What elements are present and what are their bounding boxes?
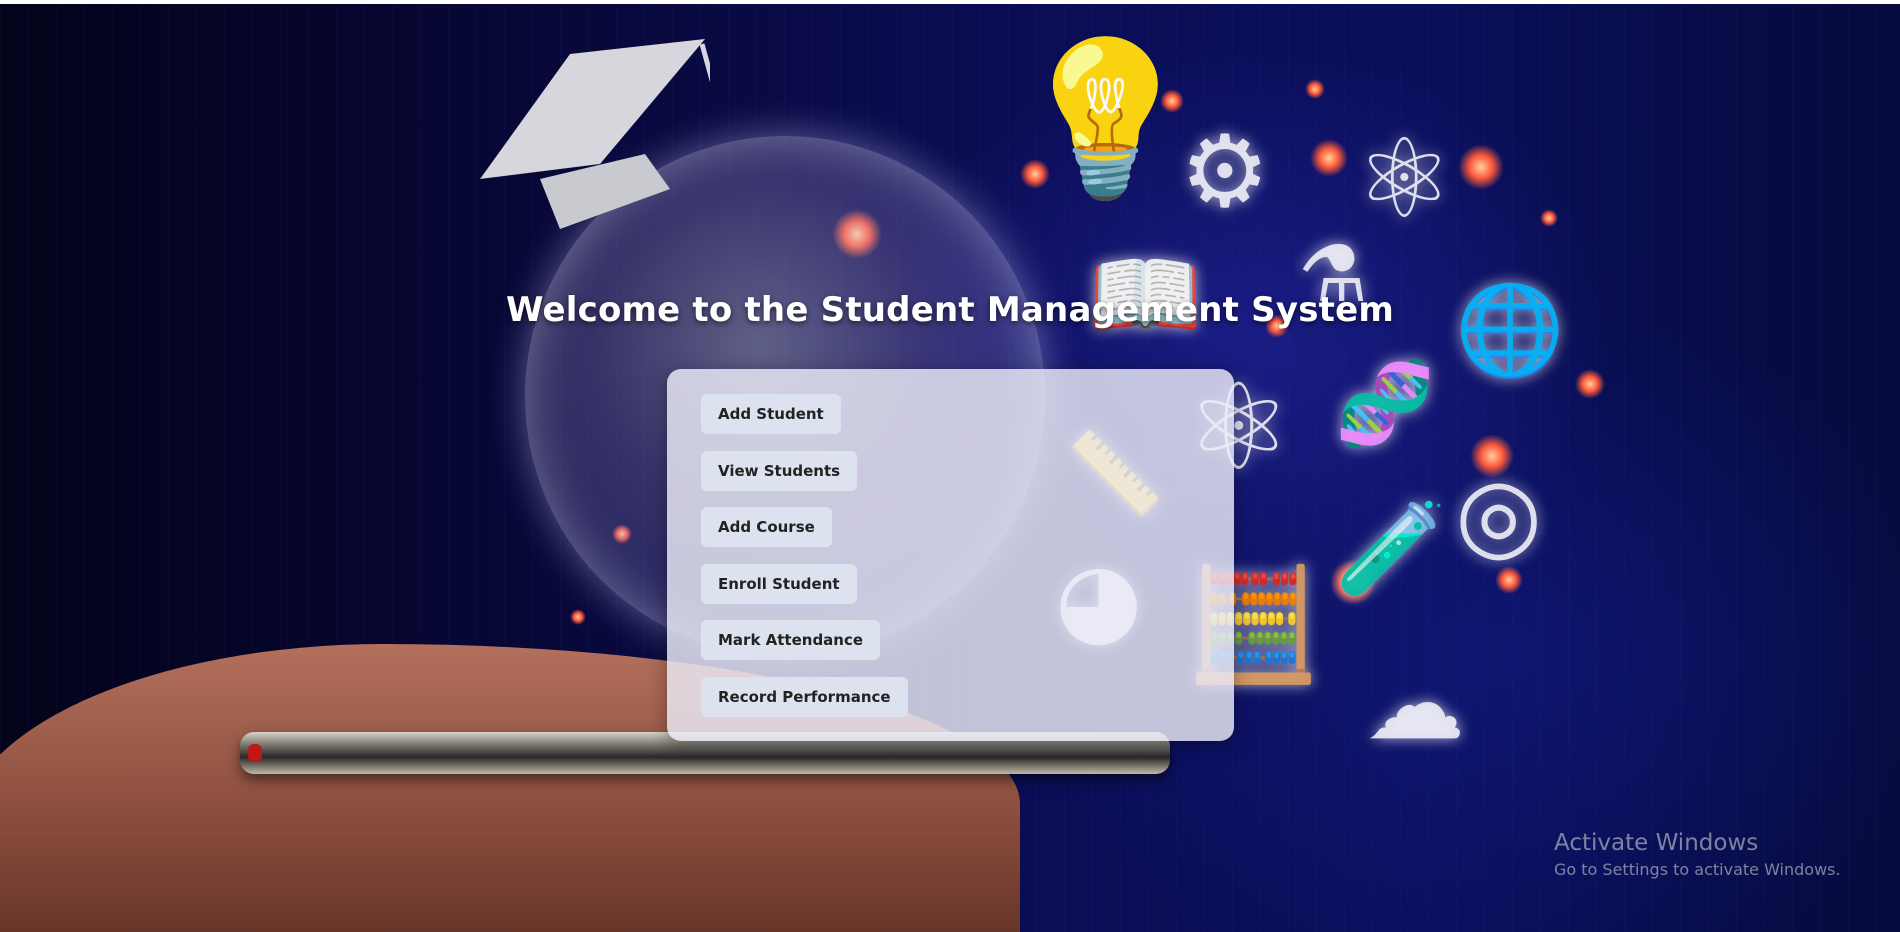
menu-panel: Add Student View Students Add Course Enr…	[667, 369, 1234, 741]
watermark-subtitle: Go to Settings to activate Windows.	[1554, 860, 1841, 879]
bokeh-light	[1310, 139, 1348, 177]
enroll-student-button[interactable]: Enroll Student	[701, 564, 857, 604]
add-student-button[interactable]: Add Student	[701, 394, 841, 434]
mark-attendance-button[interactable]: Mark Attendance	[701, 620, 881, 660]
bokeh-light	[1575, 369, 1605, 399]
page-title: Welcome to the Student Management System	[505, 290, 1394, 330]
phone-button	[248, 744, 262, 762]
target-icon: ◎	[1455, 455, 1543, 572]
graduation-cap-icon	[480, 39, 710, 229]
bokeh-light	[1540, 209, 1558, 227]
lightbulb-icon: 💡	[1012, 32, 1199, 206]
atom-icon: ⚛	[1355, 115, 1454, 243]
add-course-button[interactable]: Add Course	[701, 507, 832, 547]
watermark-title: Activate Windows	[1554, 830, 1759, 856]
cloud-icon: ☁	[1365, 645, 1465, 762]
bokeh-light	[570, 609, 586, 625]
view-students-button[interactable]: View Students	[701, 451, 858, 491]
test-tube-icon: 🧪	[1335, 496, 1448, 601]
bokeh-light	[1305, 79, 1325, 99]
windows-activation-watermark: Activate Windows Go to Settings to activ…	[1554, 828, 1841, 882]
record-performance-button[interactable]: Record Performance	[701, 677, 908, 717]
bokeh-light	[1458, 144, 1504, 190]
dna-icon: 🧬	[1335, 357, 1435, 450]
gear-icon: ⚙	[1180, 113, 1270, 230]
